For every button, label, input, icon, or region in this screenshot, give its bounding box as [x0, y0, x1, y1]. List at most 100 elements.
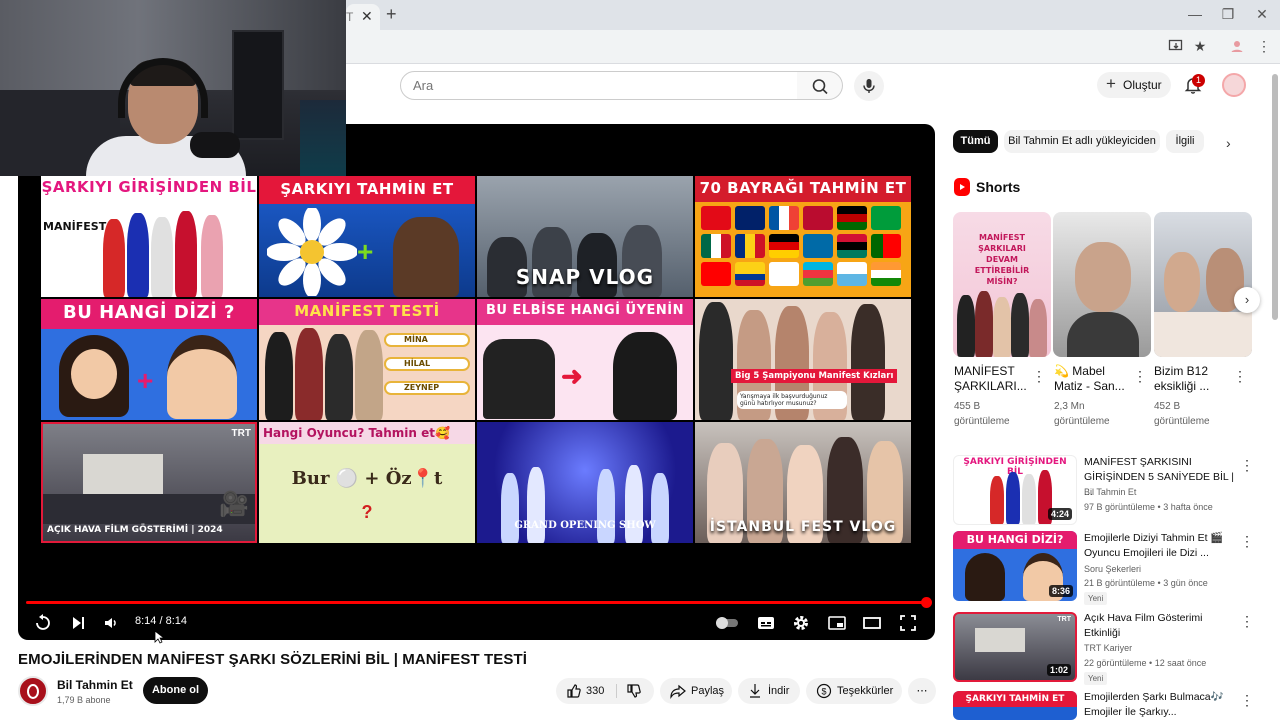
webcam-overlay — [0, 0, 346, 176]
search-input[interactable] — [413, 72, 783, 99]
recommendation-channel[interactable]: TRT Kariyer — [1084, 641, 1234, 656]
tile-title: Hangi Oyuncu? Tahmin et🥰 — [259, 422, 475, 444]
settings-button[interactable] — [790, 613, 812, 633]
recommendation-thumbnail[interactable]: ŞARKIYI TAHMİN ET — [953, 691, 1077, 720]
share-label: Paylaş — [691, 685, 725, 697]
subtitles-icon — [758, 617, 774, 629]
microphone-icon — [863, 79, 875, 93]
short-thumbnail[interactable] — [1154, 212, 1252, 357]
short-overlay-text: MANİFEST ŞARKILARI DEVAM ETTİREBİLİR MİS… — [974, 233, 1030, 286]
time-display: 8:14 / 8:14 — [135, 615, 187, 627]
recommendation-channel[interactable]: Soru Şekerleri — [1084, 562, 1234, 577]
channel-avatar[interactable] — [18, 676, 48, 706]
shorts-next-button[interactable]: › — [1234, 287, 1260, 313]
collage-tile: ŞARKIYI GİRİŞİNDEN BİL MANİFEST — [41, 176, 257, 297]
install-app-icon[interactable] — [1167, 38, 1185, 56]
thumb-text: TRT — [1057, 616, 1071, 623]
create-label: Oluştur — [1123, 78, 1162, 92]
volume-button[interactable] — [100, 613, 122, 633]
voice-search-button[interactable] — [854, 71, 884, 101]
page-scrollbar[interactable] — [1272, 74, 1278, 320]
quiz-option: ZEYNEP — [384, 381, 470, 395]
tile-caption: Bur ⚪ + Öz📍t — [291, 468, 443, 489]
chip-related[interactable]: İlgili — [1166, 130, 1204, 153]
search-button[interactable] — [797, 71, 843, 100]
collage-tile: GRAND OPENING SHOW — [477, 422, 693, 543]
chevron-right-icon[interactable]: › — [1226, 135, 1231, 151]
recommendation-menu-icon[interactable]: ⋮ — [1240, 457, 1254, 474]
restore-button[interactable]: ❐ — [1220, 6, 1236, 23]
short-thumbnail[interactable] — [1053, 212, 1151, 357]
tile-mark: ? — [361, 502, 373, 522]
search-box[interactable] — [400, 71, 798, 100]
collage-tile: Big 5 Şampiyonu Manifest Kızları Yarışma… — [695, 299, 911, 420]
download-label: İndir — [768, 685, 790, 697]
progress-scrubber[interactable] — [921, 597, 932, 608]
download-button[interactable]: İndir — [738, 678, 800, 704]
browser-tab[interactable]: T ✕ — [346, 4, 380, 30]
new-tab-button[interactable]: + — [386, 5, 400, 25]
short-menu-icon[interactable]: ⋮ — [1233, 368, 1247, 385]
like-count[interactable]: 330 — [586, 678, 604, 704]
short-thumbnail[interactable]: MANİFEST ŞARKILARI DEVAM ETTİREBİLİR MİS… — [953, 212, 1051, 357]
recommendation-channel[interactable]: Bil Tahmin Et — [1084, 485, 1234, 500]
short-title[interactable]: Bizim B12 eksikliği ... — [1154, 364, 1234, 394]
video-player[interactable]: ŞARKIYI GİRİŞİNDEN BİL MANİFEST ŞARKIYI … — [18, 124, 935, 640]
miniplayer-button[interactable] — [826, 613, 848, 633]
recommendation-thumbnail[interactable]: TRT 1:02 — [953, 612, 1077, 682]
collage-tile: SNAP VLOG — [477, 176, 693, 297]
recommendation-thumbnail[interactable]: ŞARKIYI GİRİŞİNDEN BİL 4:24 — [953, 455, 1077, 525]
chip-from-uploader[interactable]: Bil Tahmin Et adlı yükleyiciden — [1004, 130, 1160, 153]
fullscreen-button[interactable] — [897, 613, 919, 633]
recommendation-title[interactable]: Açık Hava Film Gösterimi Etkinliği — [1084, 611, 1234, 641]
search-icon — [812, 79, 828, 95]
recommendation-title[interactable]: Emojilerle Diziyi Tahmin Et 🎬 Oyuncu Emo… — [1084, 531, 1234, 561]
recommendation-menu-icon[interactable]: ⋮ — [1240, 692, 1254, 709]
short-title[interactable]: MANİFEST ŞARKILARI... — [954, 364, 1034, 394]
short-menu-icon[interactable]: ⋮ — [1133, 368, 1147, 385]
recommendation-thumbnail[interactable]: BU HANGİ DİZİ? 8:36 — [953, 531, 1077, 601]
thumbs-up-icon[interactable] — [566, 678, 581, 713]
autoplay-toggle[interactable] — [714, 613, 740, 633]
window-close-button[interactable]: ✕ — [1254, 6, 1270, 23]
progress-bar[interactable] — [26, 601, 927, 604]
tile-title: BU ELBİSE HANGİ ÜYENİN — [477, 299, 693, 325]
new-badge: Yeni — [1084, 672, 1108, 685]
profile-icon[interactable] — [1228, 38, 1246, 56]
next-button[interactable] — [67, 613, 89, 633]
channel-name[interactable]: Bil Tahmin Et — [57, 678, 133, 692]
thanks-button[interactable]: $ Teşekkürler — [806, 678, 902, 704]
chip-all[interactable]: Tümü — [953, 130, 998, 153]
tile-caption: Big 5 Şampiyonu Manifest Kızları — [731, 369, 898, 383]
plus-icon: + — [1106, 74, 1116, 93]
fullscreen-icon — [900, 615, 916, 631]
tile-title: ŞARKIYI TAHMİN ET — [259, 176, 475, 204]
tile-caption: GRAND OPENING SHOW — [514, 520, 656, 531]
replay-button[interactable] — [32, 613, 54, 633]
thumbs-down-icon[interactable] — [626, 678, 641, 713]
create-button[interactable]: + Oluştur — [1097, 72, 1171, 98]
subscribe-button[interactable]: Abone ol — [143, 677, 208, 704]
collage-tile: 70 BAYRAĞI TAHMİN ET — [695, 176, 911, 297]
tab-close-icon[interactable]: ✕ — [361, 8, 373, 25]
account-avatar[interactable] — [1222, 73, 1246, 97]
bookmark-star-icon[interactable]: ★ — [1191, 38, 1209, 56]
thumbnail-collage: ŞARKIYI GİRİŞİNDEN BİL MANİFEST ŞARKIYI … — [41, 176, 912, 543]
short-menu-icon[interactable]: ⋮ — [1032, 368, 1046, 385]
subtitles-button[interactable] — [755, 613, 777, 633]
recommendation-menu-icon[interactable]: ⋮ — [1240, 533, 1254, 550]
tile-caption: AÇIK HAVA FİLM GÖSTERİMİ | 2024 — [47, 525, 223, 535]
theater-mode-button[interactable] — [861, 613, 883, 633]
collage-tile: TRT 🎥 AÇIK HAVA FİLM GÖSTERİMİ | 2024 — [41, 422, 257, 543]
browser-menu-icon[interactable]: ⋮ — [1255, 38, 1273, 56]
quiz-option: HİLAL — [384, 357, 470, 371]
collage-tile: BU HANGİ DİZİ ? + — [41, 299, 257, 420]
share-button[interactable]: Paylaş — [660, 678, 732, 704]
recommendation-title[interactable]: Emojilerden Şarkı Bulmaca🎶 Emojiler İle … — [1084, 690, 1234, 720]
recommendation-menu-icon[interactable]: ⋮ — [1240, 613, 1254, 630]
recommendation-meta: 97 B görüntüleme • 3 hafta önce — [1084, 502, 1213, 512]
minimize-button[interactable]: — — [1187, 6, 1203, 22]
more-actions-button[interactable]: ⋯ — [908, 678, 936, 704]
collage-tile: Hangi Oyuncu? Tahmin et🥰 Bur ⚪ + Öz📍t ? — [259, 422, 475, 543]
short-title[interactable]: 💫 Mabel Matiz - San... — [1054, 364, 1134, 394]
